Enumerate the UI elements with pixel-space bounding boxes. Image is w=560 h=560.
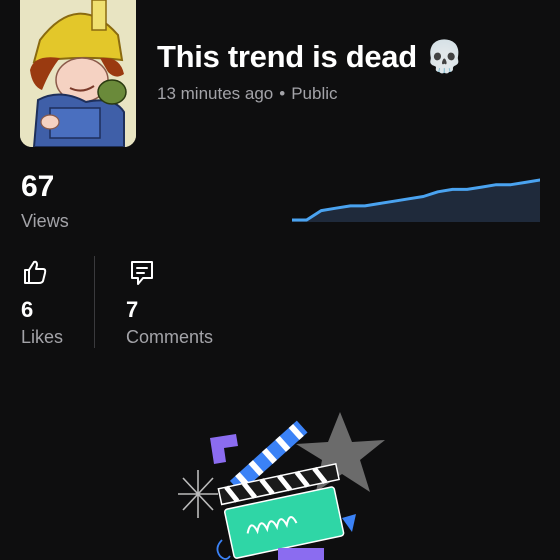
visibility-label: Public <box>291 84 338 103</box>
likes-label: Likes <box>21 327 64 347</box>
clapperboard-illustration <box>178 412 385 560</box>
comments-label: Comments <box>126 327 214 347</box>
views-trend-sparkline[interactable] <box>292 170 540 222</box>
views-count: 67 <box>21 170 55 203</box>
stats-divider <box>94 256 95 348</box>
posted-time: 13 minutes ago <box>157 84 274 103</box>
views-trend-area <box>292 180 540 222</box>
comment-icon[interactable] <box>129 259 155 287</box>
video-meta: 13 minutes ago • Public <box>157 84 338 104</box>
meta-separator: • <box>279 84 286 103</box>
cartoon-character-thumbnail <box>20 0 136 147</box>
views-label: Views <box>21 211 69 231</box>
likes-count: 6 <box>21 297 34 322</box>
comments-count: 7 <box>126 297 139 322</box>
video-thumbnail[interactable] <box>20 0 136 147</box>
video-title: This trend is dead 💀 <box>157 39 464 74</box>
thumbs-up-icon[interactable] <box>22 259 48 285</box>
